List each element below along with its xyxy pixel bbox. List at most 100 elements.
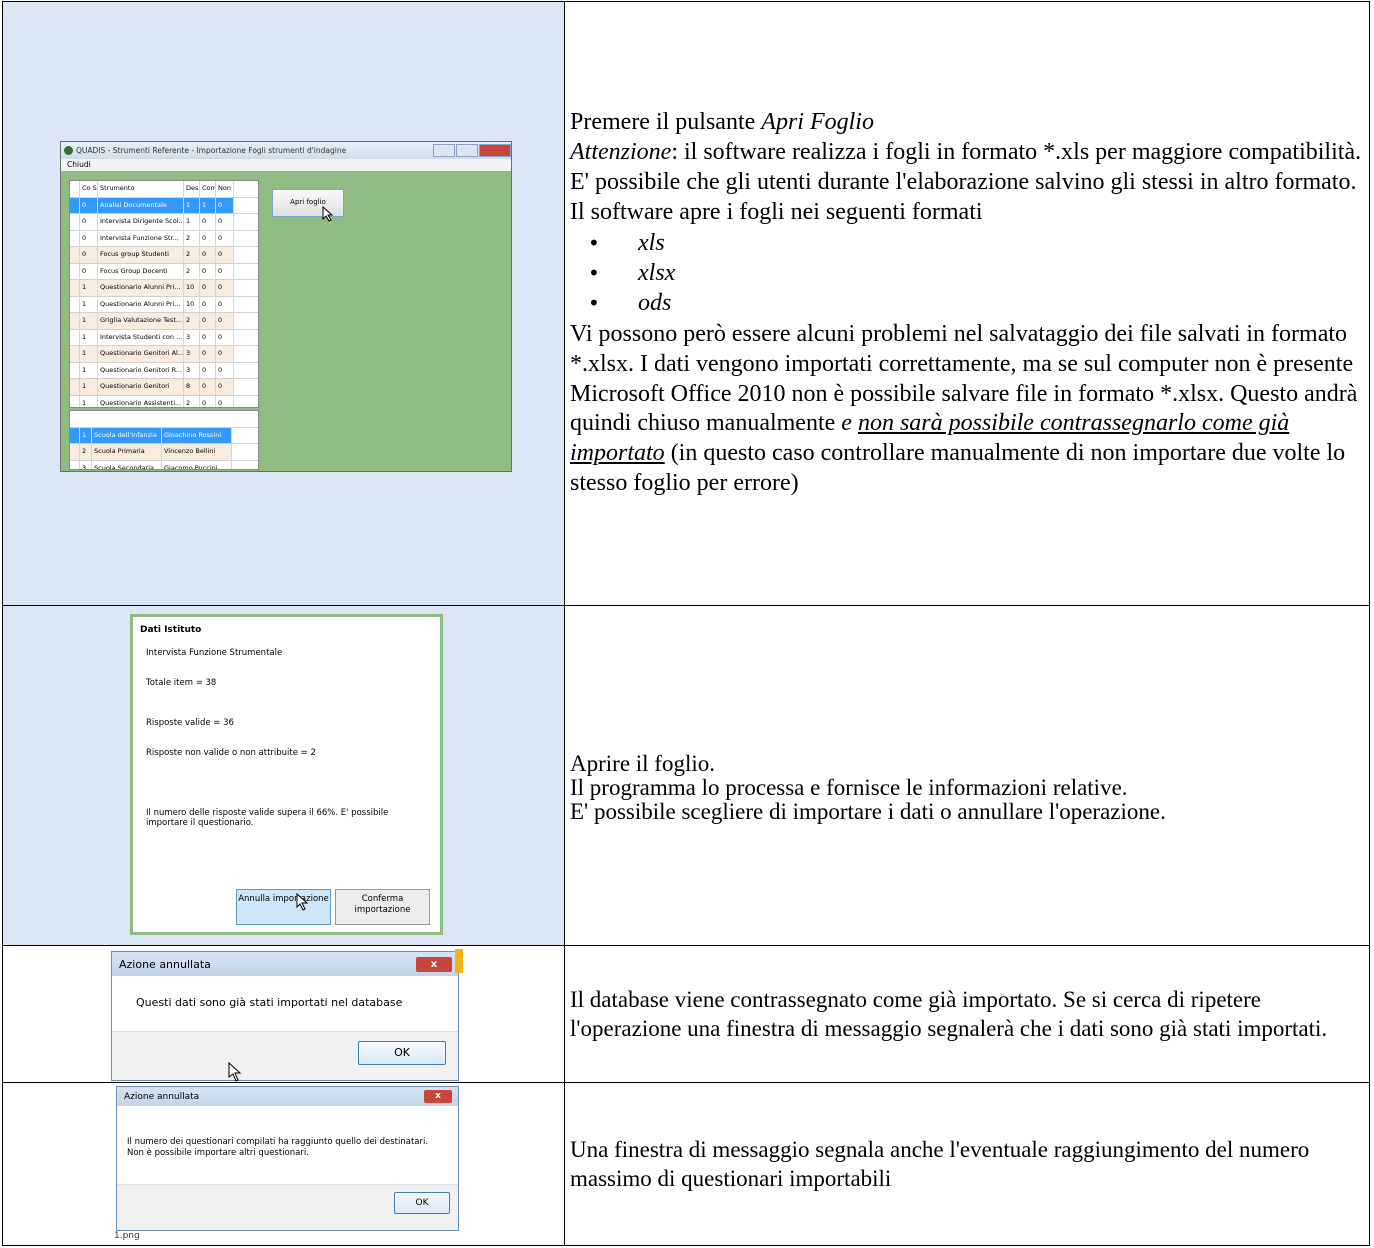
text-span: Attenzione [570, 139, 672, 166]
table-cell: 0 [216, 197, 234, 213]
table-row: 0 Focus Group Docenti 2 0 0 [70, 263, 258, 280]
formats-list: xls xlsx ods [570, 229, 1365, 318]
message-line: Il numero dei questionari compilati ha r… [127, 1137, 429, 1147]
table-row: 1 Questionario Alunni Pri... 10 0 0 [70, 296, 258, 313]
table-cell: Com [200, 181, 216, 197]
instruction-paragraph: Una finestra di messaggio segnala anche … [570, 1137, 1310, 1191]
table-cell: 3 [184, 346, 200, 362]
table-cell: 2 [184, 313, 200, 329]
close-icon [479, 144, 511, 157]
table-cell: Intervista Funzione Str... [98, 230, 184, 246]
row-header [70, 247, 80, 263]
table-cell: 1 [184, 197, 200, 213]
table-cell: Questionario Assistenti... [98, 395, 184, 407]
table-cell: 2 [184, 395, 200, 407]
table-cell: 0 [216, 280, 234, 296]
dati-istituto-screenshot: Dati Istituto Intervista Funzione Strume… [130, 614, 443, 935]
table-cell: 3 [184, 329, 200, 345]
table-cell: 0 [216, 230, 234, 246]
table-row [70, 411, 258, 428]
table-cell: 0 [216, 263, 234, 279]
table-cell: Questionario Alunni Pri... [98, 280, 184, 296]
close-icon: x [416, 956, 452, 972]
table-cell: 1 [80, 329, 98, 345]
row-header [70, 214, 80, 230]
table-cell: 0 [200, 395, 216, 407]
row-header [70, 346, 80, 362]
row-header [70, 181, 80, 197]
azione-annullata-dialog: Azione annullata x Il numero dei questio… [116, 1086, 459, 1231]
row-header [70, 427, 80, 443]
table-cell: 0 [216, 362, 234, 378]
apri-foglio-label: Apri foglio [290, 198, 326, 206]
table-cell: Questionario Alunni Pri... [98, 296, 184, 312]
table-row: 1 Questionario Assistenti... 2 0 0 [70, 395, 258, 407]
conferma-importazione-button: Conferma importazione [335, 889, 430, 925]
invalid-answers: Risposte non valide o non attribuite = 2 [146, 748, 316, 758]
screenshot-cell: Azione annullata x Il numero dei questio… [2, 1082, 565, 1246]
screenshot-cell: Dati Istituto Intervista Funzione Strume… [2, 605, 565, 946]
table-cell: 10 [184, 280, 200, 296]
table-cell: 0 [216, 346, 234, 362]
table-cell: Scuola Primaria [92, 444, 162, 460]
table-cell: 0 [216, 247, 234, 263]
table-cell: 0 [200, 230, 216, 246]
cursor-icon [228, 1062, 242, 1082]
table-row: 1 Questionario Alunni Pri... 10 0 0 [70, 280, 258, 297]
table-row: 1 Griglia Valutazione Test... 2 0 0 [70, 313, 258, 330]
annulla-importazione-button: Annulla importazione [236, 889, 331, 925]
table-cell: Strumento [98, 181, 184, 197]
dialog-message: Questi dati sono già stati importati nel… [136, 996, 403, 1009]
table-cell: 1 [80, 362, 98, 378]
dialog-footer: OK [112, 1031, 458, 1080]
dialog-title: Azione annullata [124, 1091, 200, 1102]
valid-answers: Risposte valide = 36 [146, 718, 234, 728]
instruction-line-1: Premere il pulsante Apri Foglio [570, 108, 1365, 138]
close-icon: x [424, 1090, 452, 1103]
table-row: 0 Intervista Funzione Str... 2 0 0 [70, 230, 258, 247]
table-row: Azione annullata x Il numero dei questio… [2, 1082, 1370, 1246]
table-cell: 1 [200, 197, 216, 213]
table-cell: Scuola dell'Infanzia [92, 427, 162, 443]
background-file-label: 1.png [114, 1231, 140, 1241]
dialog-title: Azione annullata [119, 957, 211, 971]
table-row: 1 Scuola dell'Infanzia Gioachino Rossini [70, 427, 258, 444]
table-cell: 1 [80, 395, 98, 407]
table-cell: 3 [184, 362, 200, 378]
text-span: Apri Foglio [761, 109, 874, 136]
table-cell: 0 [216, 395, 234, 407]
instruction-text-cell: Aprire il foglio. Il programma lo proces… [564, 605, 1370, 946]
dialog-title: Dati Istituto [140, 625, 202, 635]
table-cell: Scuola Secondaria... [92, 460, 162, 469]
table-cell: 1 [80, 313, 98, 329]
text-span: e [841, 410, 858, 437]
table-cell: Non Com [216, 181, 234, 197]
maximize-icon [456, 144, 478, 157]
table-cell: 0 [80, 263, 98, 279]
table-cell: Questionario Genitori R... [98, 362, 184, 378]
table-cell: Des [184, 181, 200, 197]
table-cell: 1 [184, 214, 200, 230]
row-header [70, 280, 80, 296]
warning-paragraph: Vi possono però essere alcuni problemi n… [570, 320, 1365, 498]
dialog-titlebar: Azione annullata x [117, 1087, 458, 1106]
table-cell: 1 [80, 296, 98, 312]
table-cell: 2 [184, 263, 200, 279]
list-item: xls [588, 229, 1365, 259]
table-row: QUADIS - Strumenti Referente - Importazi… [2, 1, 1370, 606]
table-cell: 0 [200, 313, 216, 329]
row-header [70, 395, 80, 407]
table-row: Co ScStrumentoDesComNon Com [70, 181, 258, 198]
table-cell: 1 [80, 280, 98, 296]
schools-grid: 1 Scuola dell'Infanzia Gioachino Rossini 2 S… [69, 410, 259, 470]
table-row: 0 Intervista Dirigente Scol... 1 0 0 [70, 214, 258, 231]
table-cell: Questionario Genitori Al... [98, 346, 184, 362]
table-cell: Analisi Documentale [98, 197, 184, 213]
table-cell: 0 [216, 329, 234, 345]
table-cell: 0 [216, 214, 234, 230]
window-controls [432, 144, 511, 157]
row-header [70, 379, 80, 395]
table-cell: 10 [184, 296, 200, 312]
table-cell: Vincenzo Bellini [162, 444, 232, 460]
table-row: 1 Questionario Genitori R... 3 0 0 [70, 362, 258, 379]
